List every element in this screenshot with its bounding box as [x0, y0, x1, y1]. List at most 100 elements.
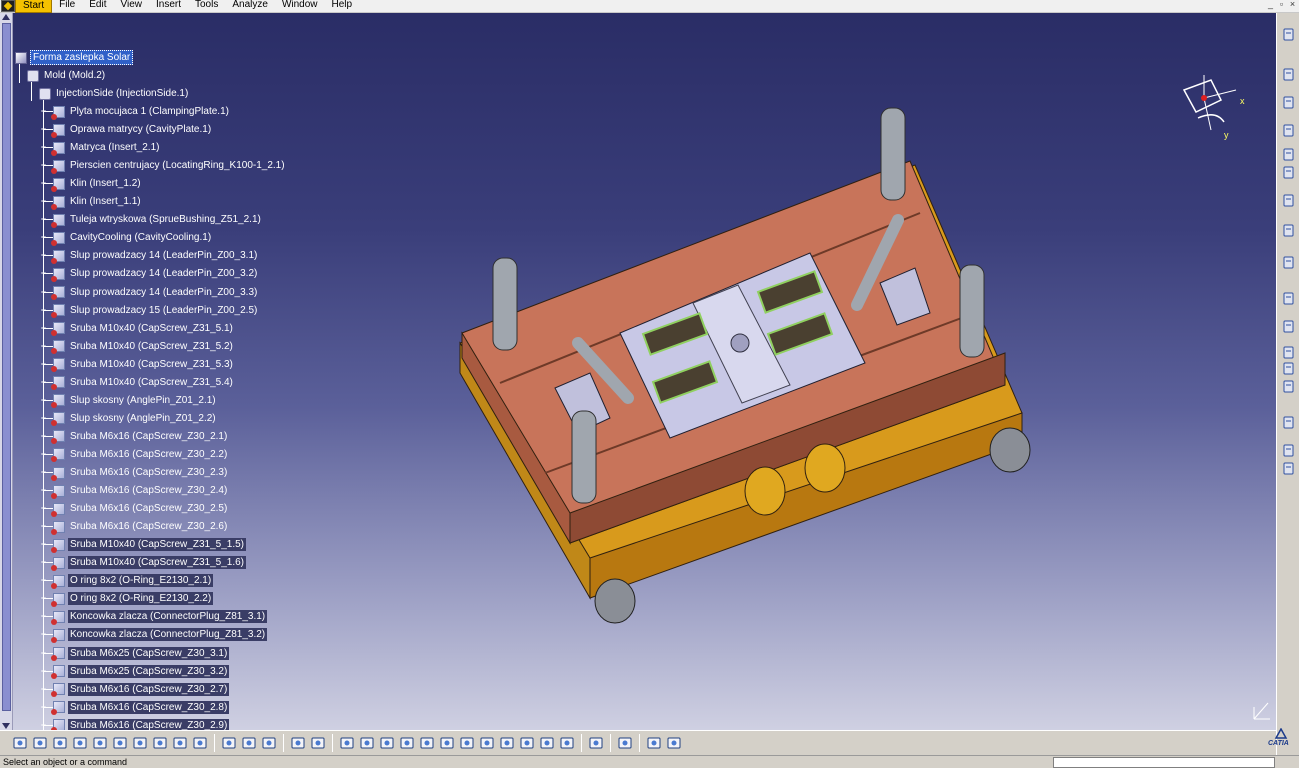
view-mode-icon[interactable] [499, 735, 515, 751]
tree-item[interactable]: Sruba M6x25 (CapScrew_Z30_3.2) [51, 664, 230, 680]
bushing-icon[interactable] [1281, 223, 1296, 238]
cooling-icon[interactable] [1281, 415, 1296, 430]
tree-item[interactable]: Sruba M10x40 (CapScrew_Z31_5_1.5) [51, 537, 246, 553]
menu-analyze[interactable]: Analyze [225, 0, 275, 13]
menu-view[interactable]: View [113, 0, 149, 13]
tree-item[interactable]: Sruba M10x40 (CapScrew_Z31_5.4) [51, 375, 235, 391]
expand-icon[interactable]: + [40, 558, 47, 567]
expand-icon[interactable]: + [40, 431, 47, 440]
insert-icon[interactable] [1281, 147, 1296, 162]
toolbar-handle-icon[interactable] [1281, 27, 1296, 42]
compass-widget[interactable]: x y [1176, 70, 1246, 140]
swap-space-icon[interactable] [559, 735, 575, 751]
expand-icon[interactable]: + [40, 486, 47, 495]
menu-window[interactable]: Window [275, 0, 325, 13]
menu-file[interactable]: File [52, 0, 82, 13]
tree-item[interactable]: Sruba M10x40 (CapScrew_Z31_5.2) [51, 339, 235, 355]
menu-start[interactable]: Start [15, 0, 53, 13]
redo-icon[interactable] [172, 735, 188, 751]
expand-icon[interactable]: + [40, 359, 47, 368]
whats-this-icon[interactable] [192, 735, 208, 751]
tree-node-mold[interactable]: Mold (Mold.2) [27, 68, 107, 83]
tree-item[interactable]: Slup prowadzacy 15 (LeaderPin_Z00_2.5) [51, 303, 259, 319]
pan-icon[interactable] [379, 735, 395, 751]
expand-icon[interactable]: + [40, 395, 47, 404]
tree-item[interactable]: Sruba M6x16 (CapScrew_Z30_2.8) [51, 700, 230, 716]
tree-item[interactable]: Sruba M6x16 (CapScrew_Z30_2.2) [51, 447, 229, 463]
expand-icon[interactable]: + [40, 197, 47, 206]
zoom-in-icon[interactable] [419, 735, 435, 751]
expand-icon[interactable]: + [40, 107, 47, 116]
gate-icon[interactable] [1281, 379, 1296, 394]
expand-icon[interactable]: + [40, 287, 47, 296]
3d-viewport[interactable]: Forma zaslepka Solar Mold (Mold.2) Injec… [0, 13, 1276, 730]
expand-icon[interactable]: + [40, 612, 47, 621]
expand-icon[interactable]: + [40, 540, 47, 549]
paste-icon[interactable] [132, 735, 148, 751]
update-icon[interactable] [617, 735, 633, 751]
expand-icon[interactable]: + [40, 684, 47, 693]
open-file-icon[interactable] [32, 735, 48, 751]
mold-tool-icon[interactable] [1281, 95, 1296, 110]
plate-icon[interactable] [1281, 123, 1296, 138]
menu-tools[interactable]: Tools [188, 0, 225, 13]
expand-icon[interactable]: + [40, 449, 47, 458]
ejector-icon[interactable] [1281, 291, 1296, 306]
tree-item[interactable]: Sruba M6x16 (CapScrew_Z30_2.6) [51, 519, 229, 535]
comment-icon[interactable] [241, 735, 257, 751]
expand-icon[interactable]: + [40, 233, 47, 242]
tree-item[interactable]: Slup skosny (AnglePin_Z01_2.1) [51, 393, 218, 409]
analysis-icon[interactable] [1281, 461, 1296, 476]
tree-node-injection-side[interactable]: InjectionSide (InjectionSide.1) [39, 86, 190, 101]
tree-item[interactable]: Klin (Insert_1.2) [51, 176, 143, 192]
assembly-icon[interactable] [646, 735, 662, 751]
expand-icon[interactable]: + [40, 720, 47, 729]
tree-root-node[interactable]: Forma zaslepka Solar [15, 50, 134, 65]
normal-view-icon[interactable] [459, 735, 475, 751]
constraint-icon[interactable] [666, 735, 682, 751]
minimize-icon[interactable]: _ [1266, 0, 1275, 10]
tree-item[interactable]: Pierscien centrujacy (LocatingRing_K100-… [51, 158, 287, 174]
pin-icon[interactable] [1281, 193, 1296, 208]
tree-item[interactable]: O ring 8x2 (O-Ring_E2130_2.1) [51, 573, 214, 589]
menu-help[interactable]: Help [325, 0, 360, 13]
expand-icon[interactable]: + [40, 215, 47, 224]
tree-item[interactable]: Sruba M6x16 (CapScrew_Z30_2.7) [51, 682, 230, 698]
scroll-down-icon[interactable] [2, 723, 10, 729]
tree-item[interactable]: Sruba M6x16 (CapScrew_Z30_2.5) [51, 501, 229, 517]
expand-icon[interactable]: + [40, 666, 47, 675]
sketch-icon[interactable] [588, 735, 604, 751]
tree-item[interactable]: Sruba M6x16 (CapScrew_Z30_2.9) [51, 718, 230, 730]
sprue-icon[interactable] [1281, 345, 1296, 360]
catia-app-icon[interactable] [1, 0, 15, 12]
expand-icon[interactable]: + [40, 648, 47, 657]
expand-icon[interactable]: + [40, 125, 47, 134]
new-file-icon[interactable] [12, 735, 28, 751]
tree-item[interactable]: Sruba M10x40 (CapScrew_Z31_5.3) [51, 357, 235, 373]
tree-item[interactable]: Tuleja wtryskowa (SprueBushing_Z51_2.1) [51, 212, 263, 228]
shading-icon[interactable] [519, 735, 535, 751]
menu-insert[interactable]: Insert [149, 0, 188, 13]
tree-item[interactable]: Matryca (Insert_2.1) [51, 140, 161, 156]
expand-icon[interactable]: + [40, 143, 47, 152]
restore-icon[interactable]: ▫ [1277, 0, 1286, 10]
expand-icon[interactable]: + [40, 305, 47, 314]
expand-icon[interactable]: + [40, 504, 47, 513]
runner-icon[interactable] [1281, 361, 1296, 376]
tree-item[interactable]: Oprawa matrycy (CavityPlate.1) [51, 122, 213, 138]
fit-all-icon[interactable] [359, 735, 375, 751]
tree-item[interactable]: Klin (Insert_1.1) [51, 194, 143, 210]
tree-item[interactable]: CavityCooling (CavityCooling.1) [51, 230, 213, 246]
catalog-icon[interactable] [1281, 443, 1296, 458]
close-icon[interactable]: × [1288, 0, 1297, 10]
rotate-icon[interactable] [399, 735, 415, 751]
macro-icon[interactable] [310, 735, 326, 751]
expand-icon[interactable]: + [40, 341, 47, 350]
hide-show-icon[interactable] [539, 735, 555, 751]
select-icon[interactable] [1281, 67, 1296, 82]
expand-icon[interactable]: + [40, 323, 47, 332]
screw-icon[interactable] [1281, 255, 1296, 270]
zoom-out-icon[interactable] [439, 735, 455, 751]
formula-icon[interactable] [221, 735, 237, 751]
tree-item[interactable]: Koncowka zlacza (ConnectorPlug_Z81_3.2) [51, 627, 268, 643]
